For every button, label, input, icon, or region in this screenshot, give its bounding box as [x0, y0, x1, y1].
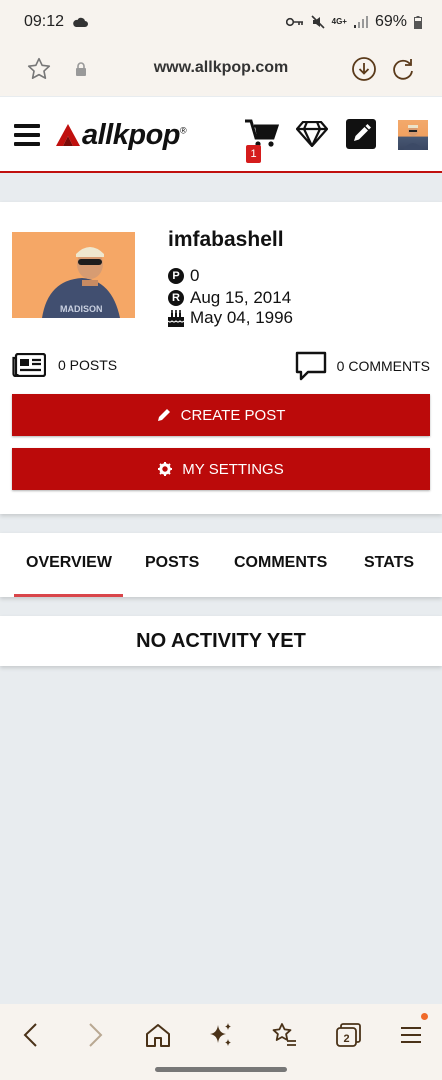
gear-icon — [158, 462, 173, 476]
home-indicator[interactable] — [155, 1067, 287, 1072]
registered-date: Aug 15, 2014 — [190, 288, 292, 307]
allkpop-logo-mark — [56, 124, 80, 146]
site-logo[interactable]: allkpop® — [56, 117, 187, 153]
sparkle-icon[interactable] — [206, 1020, 236, 1050]
tab-comments[interactable]: COMMENTS — [234, 554, 327, 572]
points-icon: P — [168, 268, 184, 284]
status-bar: 09:12 4G+ 69% — [0, 0, 442, 44]
home-icon[interactable] — [143, 1020, 173, 1050]
birthday-row: May 04, 1996 — [168, 308, 293, 328]
status-time: 09:12 — [24, 13, 65, 30]
my-settings-button[interactable]: MY SETTINGS — [12, 448, 430, 490]
points-value: 0 — [190, 266, 200, 285]
tab-count: 2 — [343, 1033, 349, 1045]
posts-count[interactable]: 0 POSTS — [12, 353, 117, 377]
mute-icon — [311, 15, 325, 29]
battery-icon — [414, 15, 422, 29]
menu-icon[interactable] — [14, 124, 40, 146]
avatar[interactable] — [398, 120, 428, 150]
site-header: allkpop® — [0, 97, 442, 173]
activity-empty-state: NO ACTIVITY YET — [0, 616, 442, 666]
pencil-icon — [157, 409, 170, 421]
bookmarks-icon[interactable] — [269, 1020, 299, 1050]
tab-posts[interactable]: POSTS — [145, 554, 199, 572]
comment-icon — [295, 351, 326, 381]
network-type: 4G+ — [331, 17, 347, 26]
tabs-icon[interactable]: 2 — [333, 1020, 363, 1050]
svg-text:MADISON: MADISON — [60, 304, 103, 314]
cart-count-badge: 1 — [246, 145, 261, 163]
download-icon[interactable] — [350, 55, 378, 83]
newspaper-icon — [12, 353, 46, 377]
my-settings-label: MY SETTINGS — [182, 460, 284, 478]
menu-icon[interactable] — [396, 1020, 426, 1050]
posts-count-label: 0 POSTS — [58, 357, 118, 373]
registered-row: R Aug 15, 2014 — [168, 288, 291, 308]
logo-registered: ® — [180, 124, 187, 135]
battery-percent: 69% — [374, 13, 407, 30]
birthday-cake-icon — [168, 309, 184, 327]
menu-notification-dot — [421, 1013, 428, 1020]
active-tab-indicator — [14, 594, 123, 597]
forward-icon[interactable] — [80, 1020, 110, 1050]
browser-url-bar[interactable]: www.allkpop.com — [0, 44, 442, 96]
create-post-label: CREATE POST — [180, 406, 286, 424]
birthday-date: May 04, 1996 — [190, 308, 294, 327]
tab-overview[interactable]: OVERVIEW — [26, 554, 112, 572]
profile-avatar: MADISON — [12, 232, 135, 318]
points-row: P 0 — [168, 266, 199, 286]
back-icon[interactable] — [16, 1020, 46, 1050]
registered-icon: R — [168, 290, 184, 306]
profile-card: MADISON imfabashell P 0 R Aug 15, 2014 M… — [0, 202, 442, 514]
key-icon — [285, 17, 303, 27]
profile-username: imfabashell — [168, 228, 284, 251]
diamond-icon[interactable] — [295, 120, 329, 152]
create-post-button[interactable]: CREATE POST — [12, 394, 430, 436]
edit-icon[interactable] — [346, 119, 376, 154]
comments-count-label: 0 COMMENTS — [336, 358, 430, 374]
profile-tabs: OVERVIEW POSTS COMMENTS STATS — [0, 533, 442, 597]
tab-stats[interactable]: STATS — [364, 554, 414, 572]
signal-icon — [353, 16, 368, 28]
reload-icon[interactable] — [389, 55, 417, 83]
logo-text: allkpop — [82, 118, 181, 151]
cloud-icon — [73, 17, 89, 27]
comments-count[interactable]: 0 COMMENTS — [295, 351, 430, 381]
